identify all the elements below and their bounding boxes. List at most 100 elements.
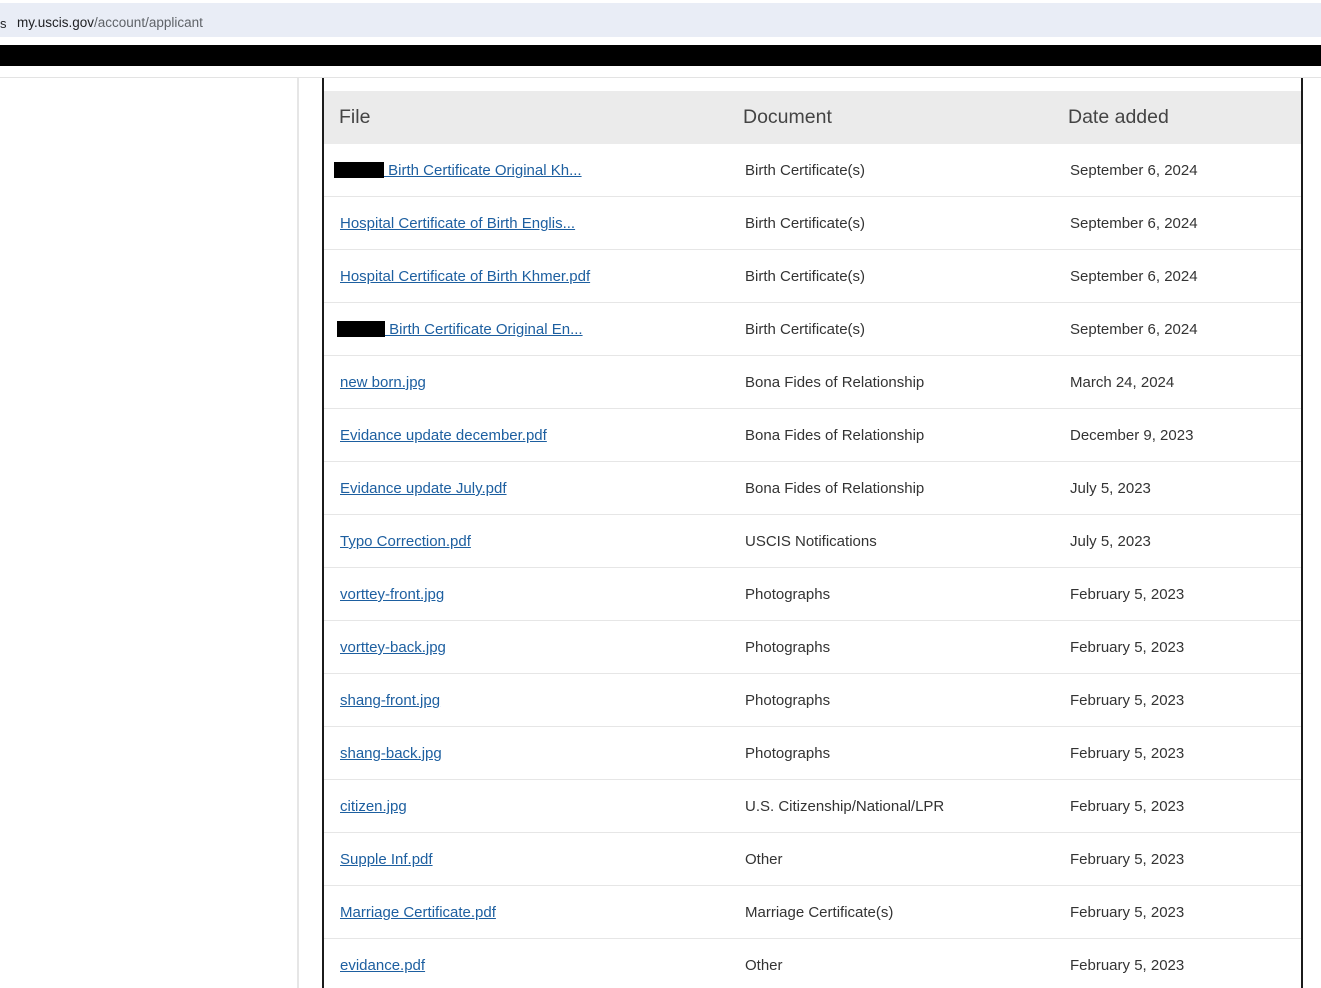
- browser-address-bar: s my.uscis.gov/account/applicant: [0, 0, 1321, 40]
- date-added-cell: September 6, 2024: [1070, 321, 1198, 338]
- file-name: Evidance update July.pdf: [340, 480, 507, 497]
- file-link[interactable]: Marriage Certificate.pdf: [340, 904, 496, 921]
- file-cell: Hospital Certificate of Birth Khmer.pdf: [340, 268, 590, 285]
- file-name: citizen.jpg: [340, 798, 407, 815]
- file-link[interactable]: new born.jpg: [340, 374, 426, 391]
- table-row: Supple Inf.pdf Other February 5, 2023: [324, 833, 1301, 886]
- file-cell: Evidance update July.pdf: [340, 480, 507, 497]
- url-path: /account/applicant: [94, 15, 203, 30]
- document-type-cell: Birth Certificate(s): [745, 321, 866, 338]
- table-header: File Document Date added: [324, 91, 1301, 144]
- file-cell: Supple Inf.pdf: [340, 851, 433, 868]
- file-link[interactable]: evidance.pdf: [340, 957, 425, 974]
- table-row: Typo Correction.pdf USCIS Notifications Ju…: [324, 515, 1301, 568]
- file-link[interactable]: Hospital Certificate of Birth Englis...: [340, 215, 575, 232]
- file-link[interactable]: Evidance update december.pdf: [340, 427, 547, 444]
- file-cell: Evidance update december.pdf: [340, 427, 547, 444]
- date-added-cell: September 6, 2024: [1070, 162, 1198, 179]
- date-added-cell: February 5, 2023: [1070, 904, 1185, 921]
- file-link[interactable]: Birth Certificate Original Kh...: [334, 162, 582, 179]
- file-name: Supple Inf.pdf: [340, 851, 433, 868]
- file-link[interactable]: Evidance update July.pdf: [340, 480, 507, 497]
- file-name: Typo Correction.pdf: [340, 533, 471, 550]
- date-added-cell: February 5, 2023: [1070, 957, 1185, 974]
- file-cell: evidance.pdf: [340, 957, 425, 974]
- column-header-date-added: Date added: [1068, 106, 1169, 128]
- date-added-cell: February 5, 2023: [1070, 798, 1185, 815]
- table-row: new born.jpg Bona Fides of Relationship Ma…: [324, 356, 1301, 409]
- file-link[interactable]: Typo Correction.pdf: [340, 533, 471, 550]
- document-type-cell: Birth Certificate(s): [745, 268, 866, 285]
- document-type-cell: Photographs: [745, 586, 831, 603]
- file-cell: shang-back.jpg: [340, 745, 442, 762]
- column-header-file: File: [339, 106, 371, 128]
- document-type-cell: Photographs: [745, 745, 831, 762]
- file-name: vorttey-front.jpg: [340, 586, 445, 603]
- redacted-header-bar: [0, 45, 1321, 66]
- file-name: Birth Certificate Original Kh...: [384, 162, 582, 179]
- date-added-cell: September 6, 2024: [1070, 268, 1198, 285]
- table-row: shang-back.jpg Photographs February 5, 202…: [324, 727, 1301, 780]
- table-row: Birth Certificate Original En... Birth Ce…: [324, 303, 1301, 356]
- url-host: my.uscis.gov: [17, 15, 95, 30]
- table-row: Hospital Certificate of Birth Englis... B…: [324, 197, 1301, 250]
- date-added-cell: March 24, 2024: [1070, 374, 1175, 391]
- documents-table-panel: File Document Date added Birth Certifica…: [322, 78, 1303, 988]
- document-type-cell: Other: [745, 851, 783, 868]
- table-row: shang-front.jpg Photographs February 5, 20…: [324, 674, 1301, 727]
- document-type-cell: Photographs: [745, 692, 831, 709]
- date-added-cell: July 5, 2023: [1070, 480, 1151, 497]
- file-name: shang-back.jpg: [340, 745, 442, 762]
- table-row: Evidance update July.pdf Bona Fides of Re…: [324, 462, 1301, 515]
- file-cell: new born.jpg: [340, 374, 426, 391]
- file-name: shang-front.jpg: [340, 692, 441, 709]
- file-link[interactable]: Hospital Certificate of Birth Khmer.pdf: [340, 268, 590, 285]
- date-added-cell: February 5, 2023: [1070, 586, 1185, 603]
- document-type-cell: USCIS Notifications: [745, 533, 877, 550]
- url-text[interactable]: my.uscis.gov/account/applicant: [17, 15, 203, 30]
- file-link[interactable]: shang-back.jpg: [340, 745, 442, 762]
- document-type-cell: Bona Fides of Relationship: [745, 427, 925, 444]
- document-type-cell: Photographs: [745, 639, 831, 656]
- file-link[interactable]: vorttey-front.jpg: [340, 586, 444, 603]
- document-type-cell: U.S. Citizenship/National/LPR: [745, 798, 945, 815]
- file-cell: Typo Correction.pdf: [340, 533, 471, 550]
- file-cell: vorttey-back.jpg: [340, 639, 446, 656]
- document-type-cell: Birth Certificate(s): [745, 215, 866, 232]
- file-name: new born.jpg: [340, 374, 426, 391]
- file-name: Evidance update december.pdf: [340, 427, 547, 444]
- url-field[interactable]: s my.uscis.gov/account/applicant: [0, 3, 1321, 37]
- file-link[interactable]: Birth Certificate Original En...: [337, 321, 583, 338]
- file-link[interactable]: shang-front.jpg: [340, 692, 440, 709]
- date-added-cell: July 5, 2023: [1070, 533, 1151, 550]
- file-link[interactable]: vorttey-back.jpg: [340, 639, 446, 656]
- table-row: Birth Certificate Original Kh... Birth Ce…: [324, 144, 1301, 197]
- column-header-document: Document: [743, 106, 832, 128]
- sidebar-divider: [297, 78, 299, 988]
- file-cell: shang-front.jpg: [340, 692, 440, 709]
- document-type-cell: Marriage Certificate(s): [745, 904, 894, 921]
- file-name: Birth Certificate Original En...: [385, 321, 583, 338]
- date-added-cell: September 6, 2024: [1070, 215, 1198, 232]
- table-row: evidance.pdf Other February 5, 2023: [324, 939, 1301, 988]
- site-info-icon[interactable]: s: [0, 16, 7, 31]
- date-added-cell: February 5, 2023: [1070, 639, 1185, 656]
- file-name: Marriage Certificate.pdf: [340, 904, 496, 921]
- table-row: vorttey-front.jpg Photographs February 5, …: [324, 568, 1301, 621]
- file-link[interactable]: citizen.jpg: [340, 798, 407, 815]
- redaction-block: [334, 162, 384, 178]
- file-name: evidance.pdf: [340, 957, 426, 974]
- date-added-cell: December 9, 2023: [1070, 427, 1194, 444]
- document-type-cell: Bona Fides of Relationship: [745, 480, 925, 497]
- file-link[interactable]: Supple Inf.pdf: [340, 851, 433, 868]
- date-added-cell: February 5, 2023: [1070, 745, 1185, 762]
- file-cell: Hospital Certificate of Birth Englis...: [340, 215, 575, 232]
- file-cell: Birth Certificate Original En...: [337, 321, 583, 338]
- document-type-cell: Other: [745, 957, 783, 974]
- table-body: Birth Certificate Original Kh... Birth Ce…: [324, 144, 1301, 988]
- file-name: Hospital Certificate of Birth Englis...: [340, 215, 576, 232]
- file-cell: vorttey-front.jpg: [340, 586, 444, 603]
- date-added-cell: February 5, 2023: [1070, 692, 1185, 709]
- file-name: vorttey-back.jpg: [340, 639, 446, 656]
- file-cell: Marriage Certificate.pdf: [340, 904, 496, 921]
